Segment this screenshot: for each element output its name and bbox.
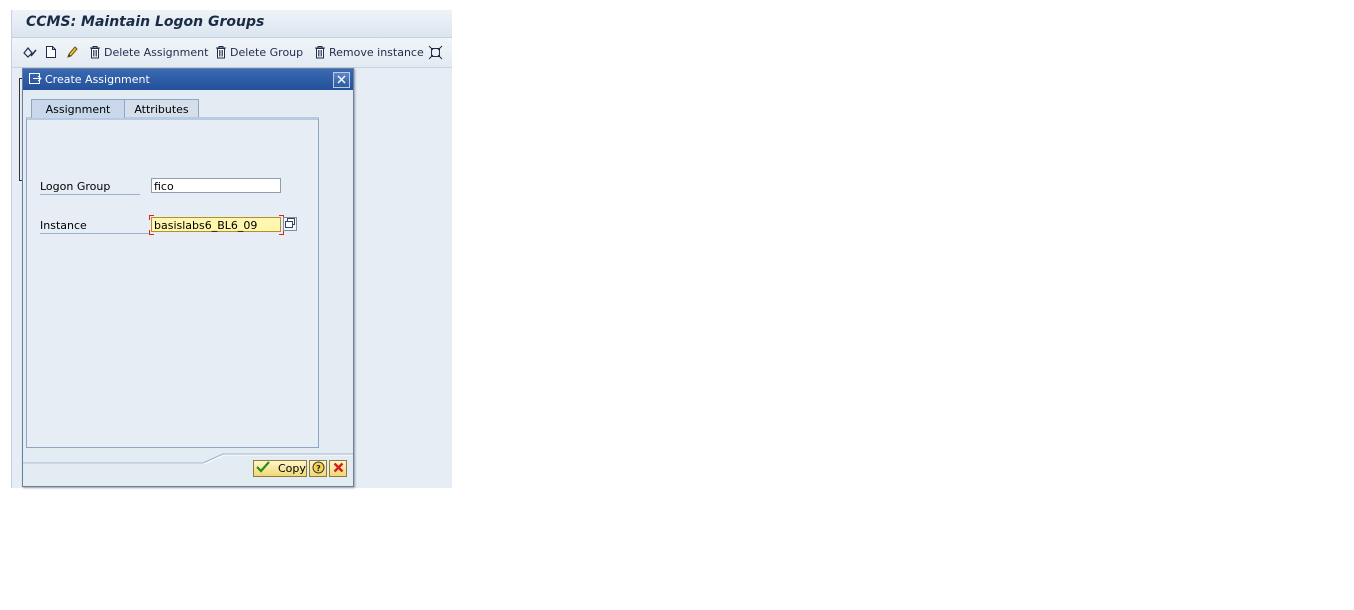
trash-icon <box>89 45 101 59</box>
help-icon: ? <box>312 461 325 477</box>
dialog-window-icon <box>29 73 42 88</box>
value-help-icon <box>285 217 295 231</box>
delete-group-label: Delete Group <box>230 45 304 59</box>
pencil-icon <box>65 45 79 59</box>
trash-icon <box>314 45 326 59</box>
expand-button[interactable] <box>428 43 443 61</box>
page-title: CCMS: Maintain Logon Groups <box>26 14 265 30</box>
focus-corner <box>149 215 154 220</box>
tab-attributes-label: Attributes <box>134 102 189 116</box>
dialog-title: Create Assignment <box>45 73 150 86</box>
svg-text:?: ? <box>316 464 321 473</box>
instance-input[interactable]: basislabs6_BL6_09 <box>151 217 281 232</box>
tab-assignment-label: Assignment <box>45 102 111 116</box>
cancel-icon <box>333 462 344 476</box>
logon-group-label: Logon Group <box>40 180 140 195</box>
new-document-icon <box>45 45 57 59</box>
copy-button[interactable]: Copy <box>253 460 307 477</box>
tab-assignment[interactable]: Assignment <box>31 99 125 118</box>
instance-value-help-button[interactable] <box>283 217 297 231</box>
display-change-icon <box>22 45 38 59</box>
dialog-tabs: Assignment Attributes <box>23 99 353 119</box>
assignment-panel: Logon Group fico Instance basislabs6_BL6… <box>26 117 319 448</box>
logon-group-input[interactable]: fico <box>151 178 281 193</box>
dialog-title-bar: Create Assignment <box>23 69 353 90</box>
display-change-button[interactable] <box>22 43 38 61</box>
copy-button-label: Copy <box>278 462 306 475</box>
application-toolbar: Delete Assignment Delete Group Remove in… <box>12 38 452 68</box>
create-assignment-dialog: Create Assignment Assignment Attributes … <box>22 68 354 487</box>
dialog-close-button[interactable] <box>333 72 350 88</box>
focus-corner <box>149 230 154 235</box>
cancel-button[interactable] <box>329 460 347 477</box>
delete-assignment-label: Delete Assignment <box>104 45 209 59</box>
checkmark-icon <box>256 461 270 476</box>
remove-instance-button[interactable]: Remove instance <box>314 43 424 61</box>
change-button[interactable] <box>65 43 79 61</box>
instance-label: Instance <box>40 219 150 234</box>
remove-instance-label: Remove instance <box>329 45 424 59</box>
delete-group-button[interactable]: Delete Group <box>215 43 303 61</box>
trash-icon <box>215 45 227 59</box>
close-icon <box>337 74 346 87</box>
title-bar: CCMS: Maintain Logon Groups <box>12 10 452 38</box>
create-button[interactable] <box>45 43 57 61</box>
tab-attributes[interactable]: Attributes <box>124 99 199 118</box>
help-button[interactable]: ? <box>309 460 327 477</box>
expand-icon <box>428 45 443 60</box>
delete-assignment-button[interactable]: Delete Assignment <box>89 43 208 61</box>
